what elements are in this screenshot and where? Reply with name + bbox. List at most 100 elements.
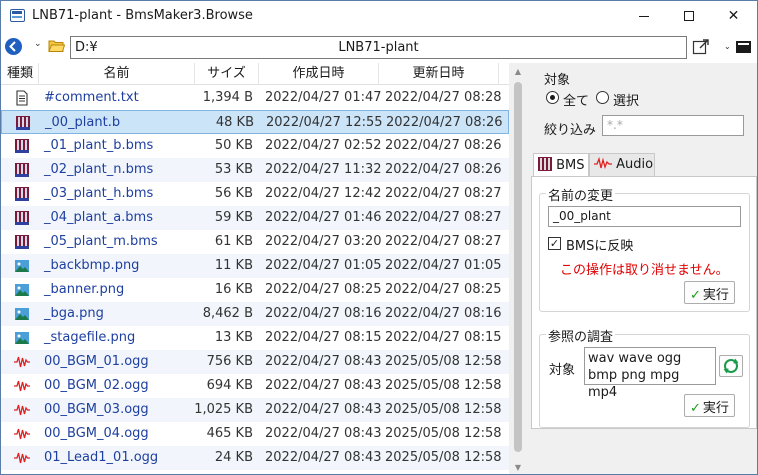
column-header-size[interactable]: サイズ xyxy=(195,63,259,85)
column-header-type[interactable]: 種類 xyxy=(1,63,39,85)
file-created: 2022/04/27 08:43 xyxy=(265,378,382,393)
bms-file-icon xyxy=(14,138,30,154)
minimize-button[interactable] xyxy=(621,1,666,31)
folder-icon xyxy=(48,40,65,52)
file-name: _banner.png xyxy=(44,282,125,297)
tab-audio[interactable]: Audio xyxy=(589,153,655,177)
target-group-label: 対象 xyxy=(544,73,571,88)
path-folder-name: LNB71-plant xyxy=(338,40,419,55)
file-created: 2022/04/27 01:46 xyxy=(265,210,382,225)
file-created: 2022/04/27 08:15 xyxy=(265,330,382,345)
open-external-icon[interactable] xyxy=(692,38,710,55)
file-size: 59 KB xyxy=(214,210,253,225)
table-row[interactable]: _banner.png 16 KB 2022/04/27 08:25 2022/04/… xyxy=(1,278,509,302)
reflect-bms-label: BMSに反映 xyxy=(566,239,634,254)
table-header: 種類 名前 サイズ 作成日時 更新日時 xyxy=(1,63,509,85)
maximize-icon xyxy=(683,11,694,21)
path-field[interactable]: D:¥ LNB71-plant xyxy=(70,36,687,59)
console-icon[interactable] xyxy=(736,41,751,53)
table-row[interactable]: 00_BGM_04.ogg 465 KB 2022/04/27 08:43 2025/… xyxy=(1,422,509,446)
radio-select[interactable] xyxy=(596,91,609,104)
radio-all[interactable] xyxy=(546,91,559,104)
reference-execute-button[interactable]: ✓ 実行 xyxy=(684,394,735,417)
bms-tab-page: 名前の変更 _00_plant ✓ BMSに反映 この操作は取り消せません。 ✓… xyxy=(531,176,757,429)
audio-file-icon xyxy=(14,378,30,394)
table-row[interactable]: _00_plant.b 48 KB 2022/04/27 12:55 2022/04/… xyxy=(1,110,509,134)
file-size: 694 KB xyxy=(206,378,253,393)
back-button[interactable] xyxy=(5,38,22,55)
file-size: 465 KB xyxy=(206,426,253,441)
file-size: 756 KB xyxy=(206,354,253,369)
file-name: 00_BGM_02.ogg xyxy=(44,378,149,393)
audio-file-icon xyxy=(14,426,30,442)
table-row[interactable]: _01_plant_b.bms 50 KB 2022/04/27 02:52 2022… xyxy=(1,134,509,158)
tab-bms[interactable]: BMS xyxy=(533,153,589,178)
audio-file-icon xyxy=(14,402,30,418)
table-row[interactable]: #comment.txt 1,394 B 2022/04/27 01:47 2022/… xyxy=(1,86,509,110)
table-row[interactable]: 00_BGM_02.ogg 694 KB 2022/04/27 08:43 2025/… xyxy=(1,374,509,398)
file-size: 1,394 B xyxy=(202,90,253,105)
rename-execute-button[interactable]: ✓ 実行 xyxy=(684,281,735,304)
app-window: LNB71-plant - BmsMaker3.Browse ✕ ⌄ D:¥ L… xyxy=(0,0,758,475)
filter-label: 絞り込み xyxy=(544,123,597,138)
reflect-bms-checkbox[interactable]: ✓ xyxy=(548,237,561,250)
table-row[interactable]: _05_plant_m.bms 61 KB 2022/04/27 03:20 2022… xyxy=(1,230,509,254)
vertical-scrollbar[interactable]: ▲ ▼ xyxy=(509,63,527,474)
history-dropdown-button[interactable]: ⌄ xyxy=(34,39,42,49)
file-updated: 2022/04/27 01:05 xyxy=(385,258,502,273)
rename-input[interactable]: _00_plant xyxy=(548,206,741,227)
bms-file-icon xyxy=(14,210,30,226)
column-header-name[interactable]: 名前 xyxy=(39,63,195,85)
reference-target-label: 対象 xyxy=(549,363,576,378)
check-icon: ✓ xyxy=(690,401,701,416)
title-bar: LNB71-plant - BmsMaker3.Browse ✕ xyxy=(1,1,757,31)
file-created: 2022/04/27 01:47 xyxy=(265,90,382,105)
file-size: 13 KB xyxy=(214,330,253,345)
waveform-icon xyxy=(594,156,612,170)
close-button[interactable]: ✕ xyxy=(711,1,756,31)
file-created: 2022/04/27 08:25 xyxy=(265,282,382,297)
right-panel: 対象 全て 選択 絞り込み *.* BMS Audio 名前の変更 _00_pl… xyxy=(531,63,757,474)
maximize-button[interactable] xyxy=(666,1,711,31)
file-created: 2022/04/27 12:42 xyxy=(265,186,382,201)
file-name: 00_BGM_03.ogg xyxy=(44,402,149,417)
tab-bms-label: BMS xyxy=(556,158,585,173)
file-name: 01_Lead1_01.ogg xyxy=(44,450,159,465)
file-name: #comment.txt xyxy=(44,90,139,105)
file-name: _04_plant_a.bms xyxy=(44,210,153,225)
rename-group: 名前の変更 _00_plant ✓ BMSに反映 この操作は取り消せません。 ✓… xyxy=(539,185,750,312)
file-size: 1,025 KB xyxy=(194,402,253,417)
scroll-up-icon[interactable]: ▲ xyxy=(509,63,527,80)
table-row[interactable]: _bga.png 8,462 B 2022/04/27 08:16 2022/04/2… xyxy=(1,302,509,326)
file-updated: 2022/04/27 08:28 xyxy=(385,90,502,105)
table-row[interactable]: _03_plant_h.bms 56 KB 2022/04/27 12:42 2022… xyxy=(1,182,509,206)
table-row[interactable]: _backbmp.png 11 KB 2022/04/27 01:05 2022/04… xyxy=(1,254,509,278)
file-size: 53 KB xyxy=(214,162,253,177)
table-row[interactable]: _04_plant_a.bms 59 KB 2022/04/27 01:46 2022… xyxy=(1,206,509,230)
image-file-icon xyxy=(14,330,30,346)
file-created: 2022/04/27 02:52 xyxy=(265,138,382,153)
file-updated: 2025/05/08 12:58 xyxy=(385,354,502,369)
rename-execute-label: 実行 xyxy=(702,288,729,303)
table-row[interactable]: 00_BGM_01.ogg 756 KB 2022/04/27 08:43 2025/… xyxy=(1,350,509,374)
table-row[interactable]: 00_BGM_03.ogg 1,025 KB 2022/04/27 08:43 202… xyxy=(1,398,509,422)
scroll-down-icon[interactable]: ▼ xyxy=(509,459,527,474)
table-row[interactable]: 01_Lead1_01.ogg 24 KB 2022/04/27 08:43 2025… xyxy=(1,446,509,470)
table-row[interactable]: _stagefile.png 13 KB 2022/04/27 08:15 2022/… xyxy=(1,326,509,350)
window-title: LNB71-plant - BmsMaker3.Browse xyxy=(32,8,253,23)
refresh-button[interactable] xyxy=(719,355,743,377)
file-created: 2022/04/27 01:05 xyxy=(265,258,382,273)
file-size: 56 KB xyxy=(214,186,253,201)
file-size: 61 KB xyxy=(214,234,253,249)
file-created: 2022/04/27 08:16 xyxy=(265,306,382,321)
extensions-textarea[interactable]: wav wave ogg bmp png mpg mp4 xyxy=(584,347,716,400)
column-header-created[interactable]: 作成日時 xyxy=(259,63,379,85)
table-row[interactable]: _02_plant_n.bms 53 KB 2022/04/27 11:32 2022… xyxy=(1,158,509,182)
filter-input[interactable]: *.* xyxy=(602,115,744,136)
file-size: 50 KB xyxy=(214,138,253,153)
scroll-thumb[interactable] xyxy=(514,82,522,452)
file-updated: 2022/04/27 08:16 xyxy=(385,306,502,321)
radio-all-label: 全て xyxy=(563,94,590,109)
menu-dropdown-button[interactable]: ⌄ xyxy=(724,42,731,51)
column-header-updated[interactable]: 更新日時 xyxy=(379,63,499,85)
